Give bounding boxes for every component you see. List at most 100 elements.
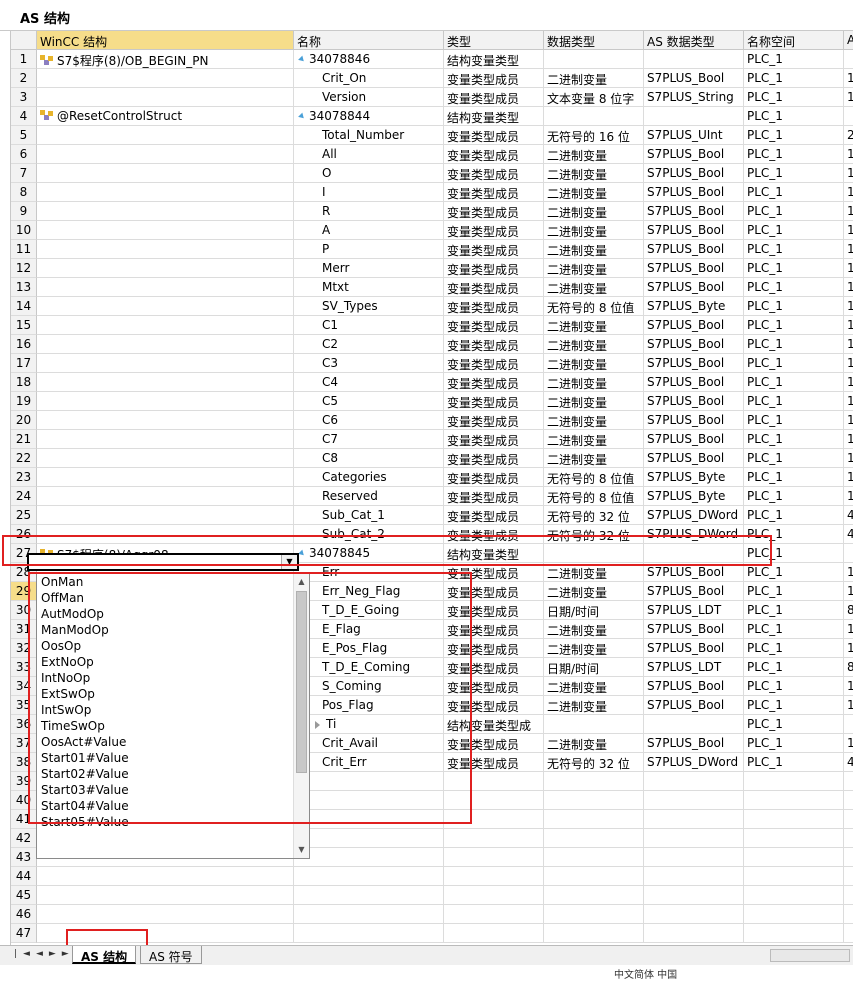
cell-a[interactable]: 1: [844, 259, 853, 278]
column-header-a[interactable]: A: [844, 31, 853, 50]
cell-a[interactable]: 1: [844, 563, 853, 582]
cell-name[interactable]: 34078846: [294, 50, 444, 69]
cell-data-type[interactable]: 二进制变量: [544, 354, 644, 373]
cell-a[interactable]: [844, 715, 853, 734]
corner-header[interactable]: [11, 31, 37, 50]
cell-wincc-structure[interactable]: [37, 164, 294, 183]
cell-a[interactable]: [844, 886, 853, 905]
cell-type[interactable]: 变量类型成员: [444, 487, 544, 506]
row-number[interactable]: 31: [11, 620, 37, 639]
cell-as-data-type[interactable]: S7PLUS_String: [644, 88, 744, 107]
cell-a[interactable]: 1: [844, 430, 853, 449]
cell-namespace[interactable]: PLC_1: [744, 753, 844, 772]
column-header-as-data-type[interactable]: AS 数据类型: [644, 31, 744, 50]
cell-data-type[interactable]: 二进制变量: [544, 278, 644, 297]
cell-name[interactable]: Pos_Flag: [294, 696, 444, 715]
cell-type[interactable]: 变量类型成员: [444, 601, 544, 620]
structure-combobox[interactable]: ▼: [27, 553, 299, 571]
table-row[interactable]: 23 Categories 变量类型成员 无符号的 8 位值 S7PLUS_Byte PL…: [11, 468, 853, 487]
row-number[interactable]: 17: [11, 354, 37, 373]
cell-namespace[interactable]: PLC_1: [744, 715, 844, 734]
cell-type[interactable]: 变量类型成员: [444, 430, 544, 449]
cell-data-type[interactable]: [544, 905, 644, 924]
column-header-name[interactable]: 名称: [294, 31, 444, 50]
cell-wincc-structure[interactable]: [37, 924, 294, 943]
cell-as-data-type[interactable]: S7PLUS_Bool: [644, 69, 744, 88]
cell-namespace[interactable]: PLC_1: [744, 525, 844, 544]
cell-as-data-type[interactable]: S7PLUS_LDT: [644, 601, 744, 620]
cell-data-type[interactable]: 二进制变量: [544, 240, 644, 259]
cell-wincc-structure[interactable]: [37, 392, 294, 411]
row-number[interactable]: 9: [11, 202, 37, 221]
cell-type[interactable]: [444, 924, 544, 943]
row-number[interactable]: 22: [11, 449, 37, 468]
cell-namespace[interactable]: PLC_1: [744, 449, 844, 468]
cell-namespace[interactable]: [744, 886, 844, 905]
cell-type[interactable]: 变量类型成员: [444, 392, 544, 411]
collapsed-icon[interactable]: [315, 720, 320, 729]
cell-namespace[interactable]: PLC_1: [744, 183, 844, 202]
cell-data-type[interactable]: [544, 867, 644, 886]
row-number[interactable]: 42: [11, 829, 37, 848]
cell-data-type[interactable]: 文本变量 8 位字: [544, 88, 644, 107]
scroll-thumb[interactable]: [296, 591, 307, 773]
scroll-down-icon[interactable]: ▼: [294, 842, 309, 858]
cell-a[interactable]: 1: [844, 221, 853, 240]
cell-namespace[interactable]: PLC_1: [744, 411, 844, 430]
row-number[interactable]: 5: [11, 126, 37, 145]
cell-wincc-structure[interactable]: [37, 373, 294, 392]
cell-name[interactable]: S_Coming: [294, 677, 444, 696]
cell-name[interactable]: [294, 848, 444, 867]
cell-namespace[interactable]: PLC_1: [744, 50, 844, 69]
cell-a[interactable]: 1: [844, 145, 853, 164]
cell-data-type[interactable]: 二进制变量: [544, 639, 644, 658]
row-number[interactable]: 39: [11, 772, 37, 791]
cell-namespace[interactable]: [744, 829, 844, 848]
cell-a[interactable]: 1: [844, 316, 853, 335]
horizontal-scrollbar[interactable]: [770, 949, 850, 962]
cell-data-type[interactable]: 二进制变量: [544, 449, 644, 468]
cell-type[interactable]: [444, 905, 544, 924]
cell-name[interactable]: Err: [294, 563, 444, 582]
row-number[interactable]: 36: [11, 715, 37, 734]
row-number[interactable]: 43: [11, 848, 37, 867]
cell-namespace[interactable]: PLC_1: [744, 563, 844, 582]
cell-type[interactable]: 变量类型成员: [444, 278, 544, 297]
cell-data-type[interactable]: [544, 772, 644, 791]
cell-as-data-type[interactable]: S7PLUS_LDT: [644, 658, 744, 677]
dropdown-option[interactable]: OosOp: [37, 638, 309, 654]
cell-data-type[interactable]: [544, 544, 644, 563]
dropdown-option[interactable]: ExtSwOp: [37, 686, 309, 702]
table-row[interactable]: 19 C5 变量类型成员 二进制变量 S7PLUS_Bool PLC_1 1: [11, 392, 853, 411]
cell-data-type[interactable]: 无符号的 32 位: [544, 506, 644, 525]
cell-as-data-type[interactable]: S7PLUS_Byte: [644, 297, 744, 316]
cell-name[interactable]: [294, 924, 444, 943]
expand-icon[interactable]: [298, 549, 306, 557]
cell-data-type[interactable]: 二进制变量: [544, 373, 644, 392]
cell-as-data-type[interactable]: [644, 50, 744, 69]
row-number[interactable]: 14: [11, 297, 37, 316]
cell-name[interactable]: P: [294, 240, 444, 259]
cell-wincc-structure[interactable]: [37, 88, 294, 107]
cell-wincc-structure[interactable]: S7$程序(8)/OB_BEGIN_PN: [37, 50, 294, 69]
table-row[interactable]: 17 C3 变量类型成员 二进制变量 S7PLUS_Bool PLC_1 1: [11, 354, 853, 373]
cell-a[interactable]: [844, 867, 853, 886]
row-number[interactable]: 46: [11, 905, 37, 924]
tab-as-structure[interactable]: AS 结构: [72, 946, 137, 964]
cell-as-data-type[interactable]: S7PLUS_Bool: [644, 430, 744, 449]
cell-wincc-structure[interactable]: [37, 259, 294, 278]
cell-data-type[interactable]: [544, 924, 644, 943]
cell-a[interactable]: 8: [844, 658, 853, 677]
cell-a[interactable]: [844, 772, 853, 791]
cell-as-data-type[interactable]: S7PLUS_Bool: [644, 563, 744, 582]
cell-a[interactable]: 1: [844, 373, 853, 392]
row-number[interactable]: 44: [11, 867, 37, 886]
table-row[interactable]: 2 Crit_On 变量类型成员 二进制变量 S7PLUS_Bool PLC_1 1: [11, 69, 853, 88]
cell-a[interactable]: 1: [844, 696, 853, 715]
cell-as-data-type[interactable]: S7PLUS_Bool: [644, 240, 744, 259]
cell-namespace[interactable]: PLC_1: [744, 696, 844, 715]
cell-namespace[interactable]: PLC_1: [744, 354, 844, 373]
cell-data-type[interactable]: 二进制变量: [544, 183, 644, 202]
cell-a[interactable]: [844, 810, 853, 829]
cell-name[interactable]: SV_Types: [294, 297, 444, 316]
